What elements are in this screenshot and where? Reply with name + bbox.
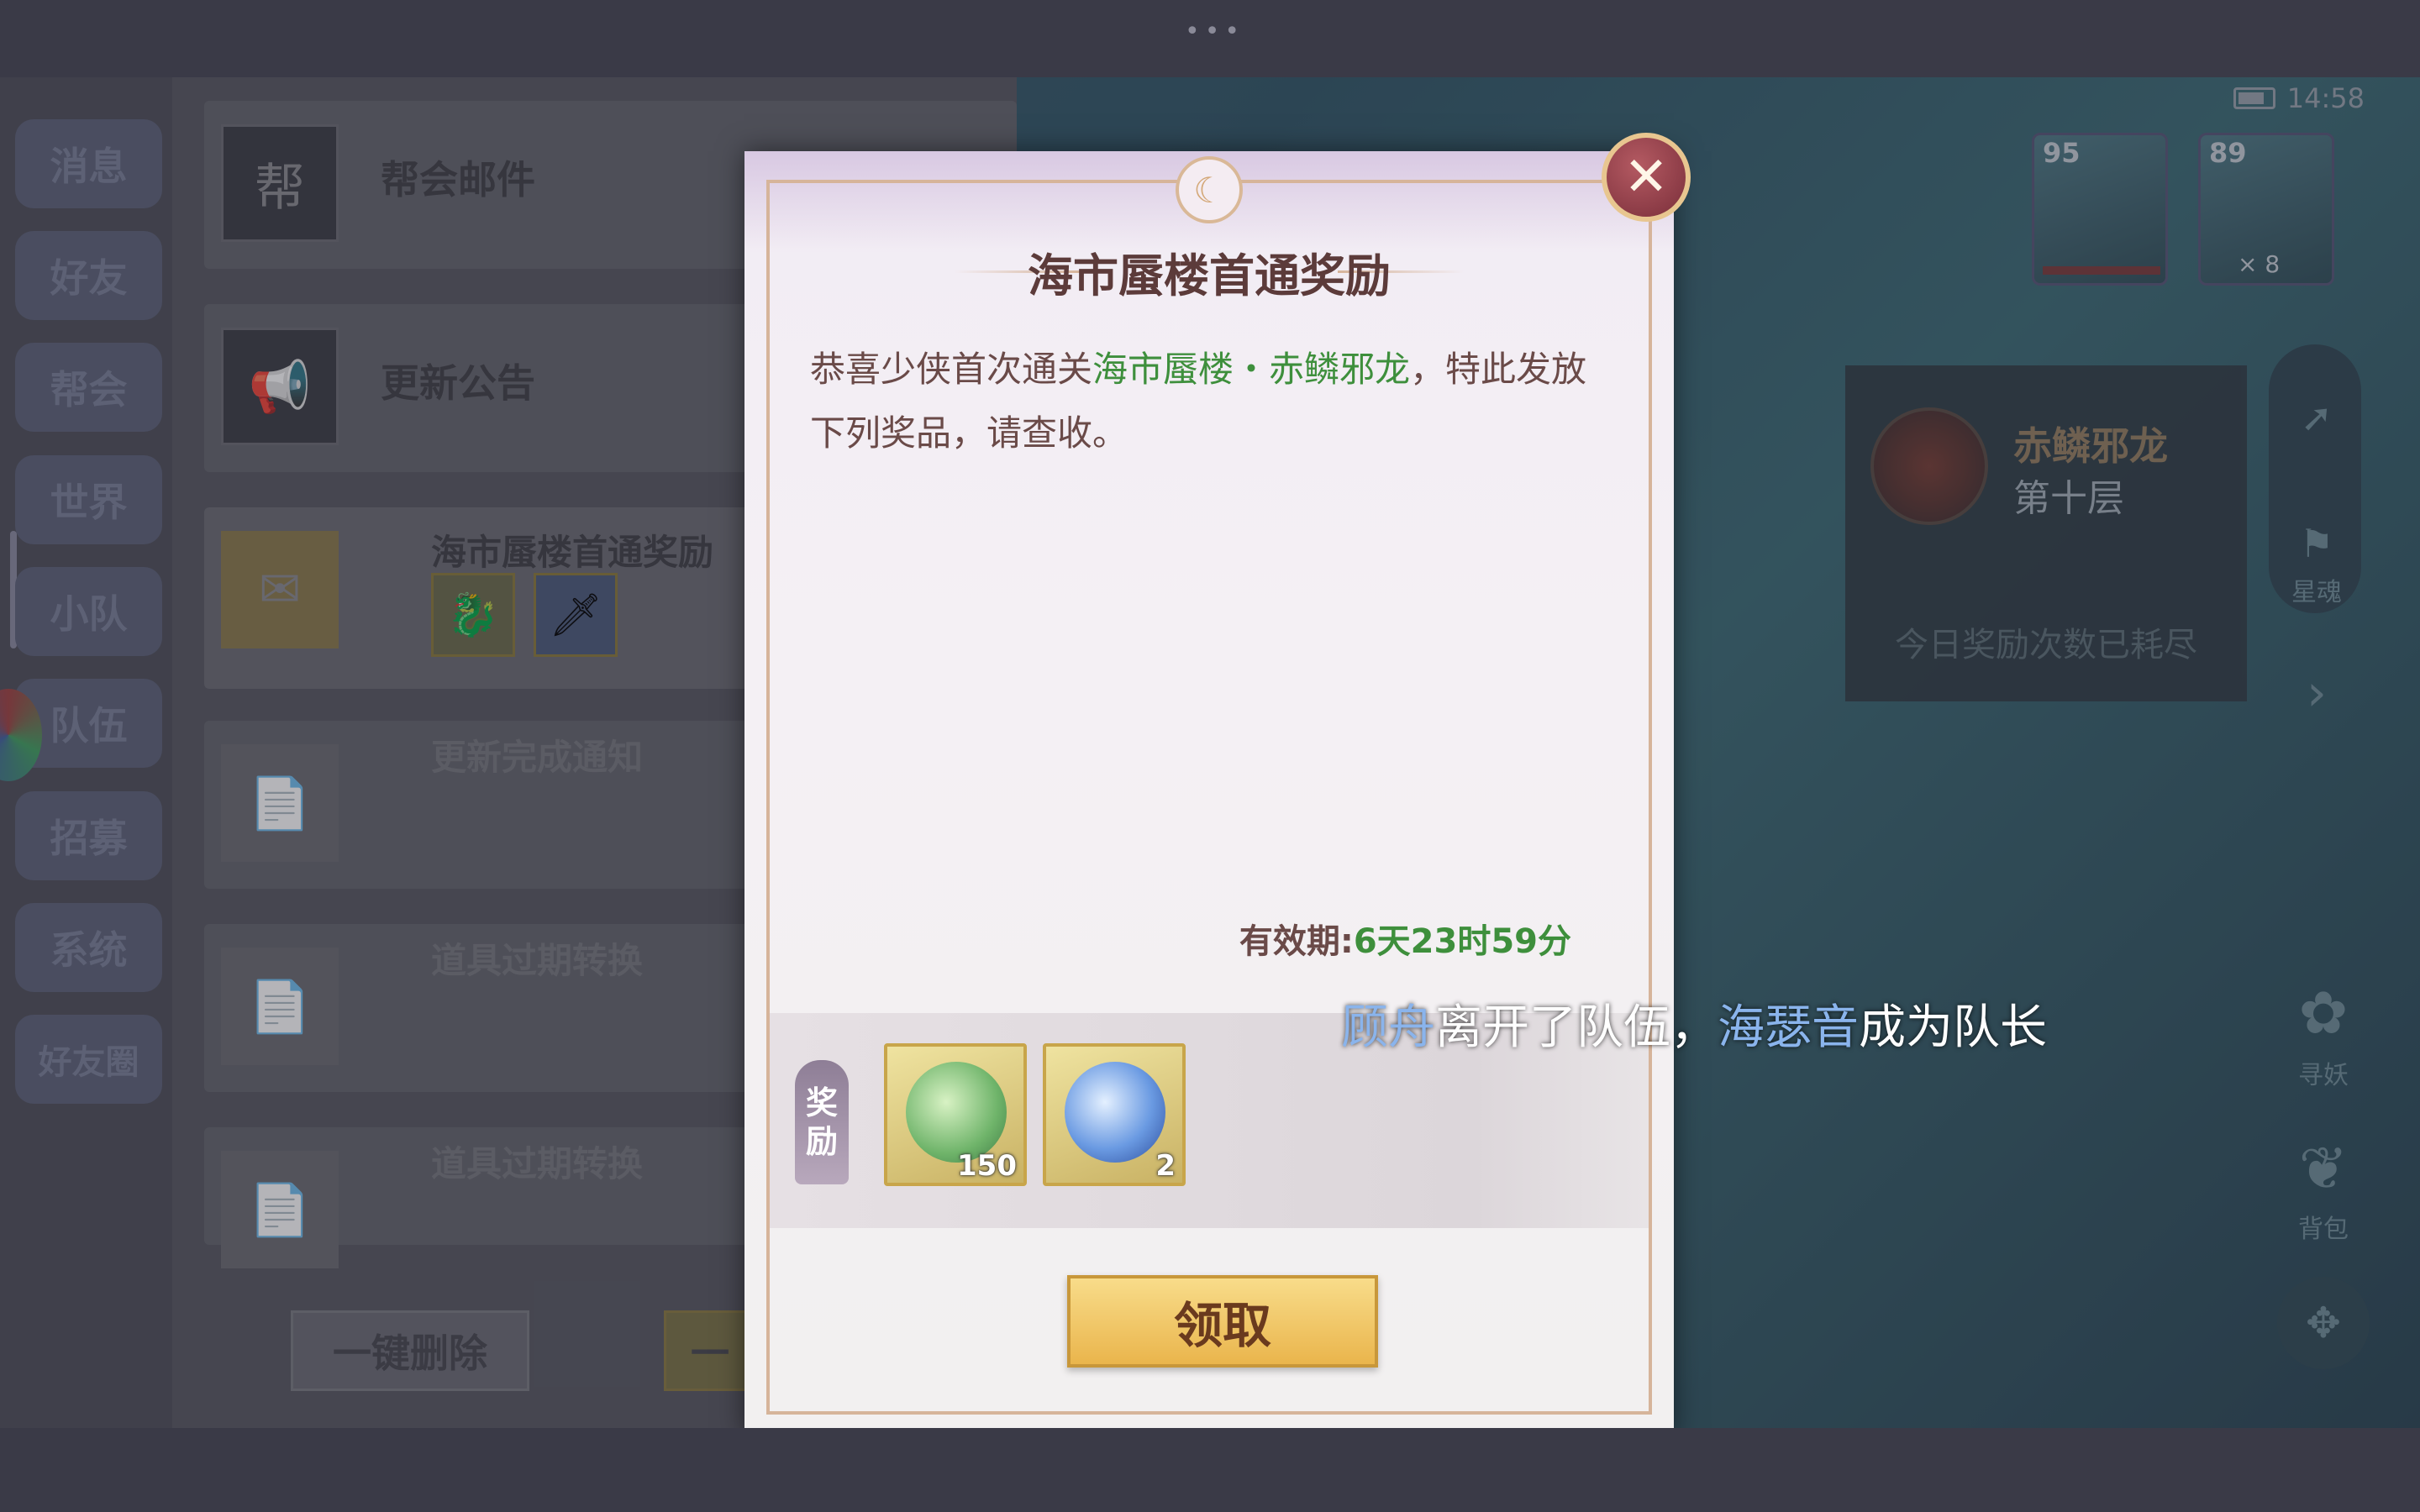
- claim-button[interactable]: 领取: [1067, 1275, 1378, 1368]
- blue-sword-orb-icon: [1065, 1062, 1165, 1163]
- game-screen: ••• 14:58 95 89 × 8 赤鳞邪龙 第十层 今日奖励次数已耗尽 ➚…: [0, 0, 2420, 1512]
- moon-emblem-icon: ☾: [1176, 156, 1243, 223]
- dialog-body: 恭喜少侠首次通关海市蜃楼・赤鳞邪龙，特此发放下列奖品，请查收。: [810, 338, 1600, 465]
- body-prefix: 恭喜少侠首次通关: [810, 349, 1093, 390]
- toast-text: 离开了队伍，: [1435, 1000, 1718, 1055]
- reward-count: 150: [957, 1149, 1017, 1183]
- bottom-bar: [0, 1428, 2420, 1512]
- toast-name: 海瑟音: [1718, 1000, 1859, 1055]
- reward-count: 2: [1155, 1149, 1176, 1183]
- team-toast: 顾舟离开了队伍，海瑟音成为队长: [1341, 990, 2047, 1058]
- top-bar: •••: [0, 0, 2420, 77]
- more-dots-icon[interactable]: •••: [1185, 17, 1244, 46]
- reward-slot[interactable]: 150: [884, 1043, 1027, 1186]
- validity-label: 有效期:: [1239, 922, 1354, 961]
- validity-value: 6天23时59分: [1353, 922, 1571, 961]
- dialog-title: 海市蜃楼首通奖励: [1028, 249, 1391, 302]
- reward-tag: 奖励: [795, 1060, 849, 1184]
- reward-dialog: ☾ 海市蜃楼首通奖励 恭喜少侠首次通关海市蜃楼・赤鳞邪龙，特此发放下列奖品，请查…: [744, 133, 1691, 1436]
- toast-name: 顾舟: [1341, 1000, 1435, 1055]
- green-dragon-token-icon: [906, 1062, 1007, 1163]
- close-icon[interactable]: ✕: [1602, 133, 1691, 222]
- toast-text: 成为队长: [1859, 1000, 2047, 1055]
- reward-tag-char: 奖: [805, 1084, 838, 1121]
- validity: 有效期:6天23时59分: [1239, 914, 1571, 963]
- body-highlight: 海市蜃楼・赤鳞邪龙: [1092, 349, 1411, 390]
- reward-tag-char: 励: [805, 1123, 838, 1160]
- reward-slot[interactable]: 2: [1043, 1043, 1186, 1186]
